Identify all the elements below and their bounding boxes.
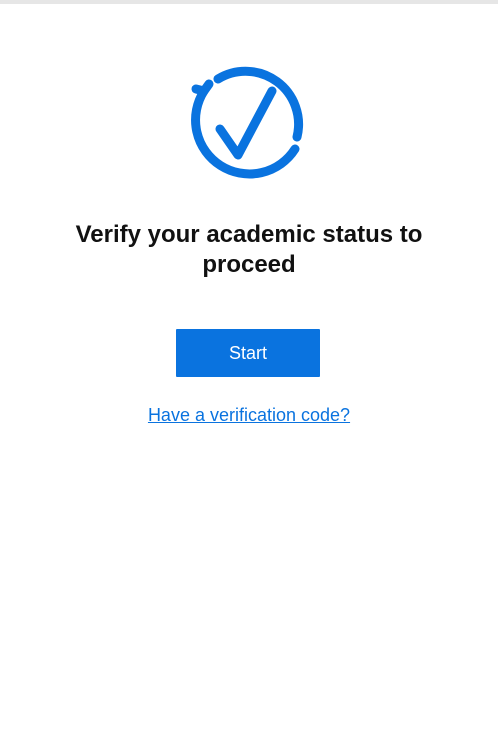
start-button[interactable]: Start: [176, 329, 320, 377]
page-title: Verify your academic status to proceed: [75, 221, 423, 278]
verification-code-link[interactable]: Have a verification code?: [148, 405, 350, 425]
verified-check-cycle-icon: [191, 66, 304, 179]
verification-code-link-container: Have a verification code?: [0, 403, 498, 427]
top-border: [0, 0, 498, 4]
verification-page: Verify your academic status to proceed S…: [0, 0, 498, 735]
